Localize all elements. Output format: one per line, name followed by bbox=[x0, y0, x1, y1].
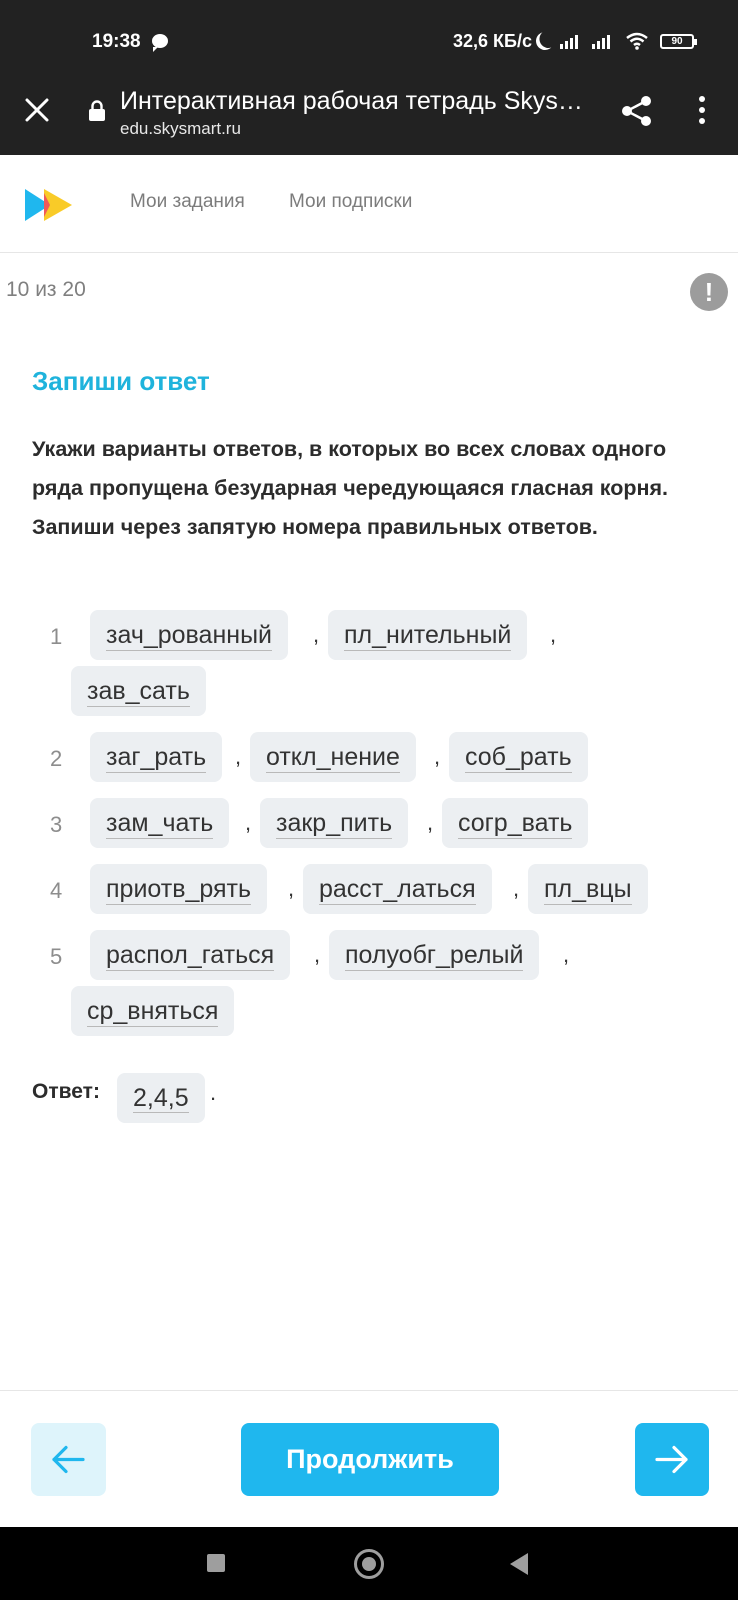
report-issue-icon[interactable]: ! bbox=[690, 273, 728, 311]
system-nav-bar bbox=[0, 1527, 738, 1600]
word-chip: зав_сать bbox=[71, 666, 206, 716]
option-number: 5 bbox=[50, 944, 63, 969]
divider bbox=[0, 1390, 738, 1391]
arrow-right-icon bbox=[655, 1445, 688, 1474]
network-speed: 32,6 КБ/с bbox=[453, 31, 532, 51]
separator: , bbox=[314, 942, 321, 967]
word-chip: зач_рованный bbox=[90, 610, 289, 660]
more-vert-icon[interactable] bbox=[694, 96, 710, 126]
word-chip: ср_вняться bbox=[71, 986, 235, 1036]
nav-my-subscriptions[interactable]: Мои подписки bbox=[289, 191, 412, 213]
share-icon[interactable] bbox=[620, 94, 654, 128]
continue-button[interactable]: Продолжить bbox=[241, 1423, 499, 1496]
separator: , bbox=[427, 810, 434, 835]
word-chip: расст_латься bbox=[303, 864, 492, 914]
task-text: Укажи варианты ответов, в которых во все… bbox=[32, 437, 669, 539]
answer-input[interactable]: 2,4,5 bbox=[117, 1073, 205, 1123]
word-chip: пл_нительный bbox=[328, 610, 528, 660]
nav-my-tasks[interactable]: Мои задания bbox=[130, 191, 245, 213]
browser-chrome: 19:38 32,6 КБ/с 90 Интерактивная рабочая… bbox=[0, 0, 738, 155]
battery-icon: 90 bbox=[660, 34, 697, 49]
separator: , bbox=[563, 942, 570, 967]
word-chip: приотв_рять bbox=[90, 864, 268, 914]
option-number: 3 bbox=[50, 812, 63, 837]
chat-notification-icon bbox=[152, 34, 168, 52]
wifi-icon bbox=[626, 32, 648, 50]
do-not-disturb-icon bbox=[536, 27, 561, 52]
close-icon[interactable] bbox=[22, 95, 52, 125]
word-chip: пл_вцы bbox=[528, 864, 648, 914]
answer-label: Ответ: bbox=[32, 1080, 100, 1103]
signal-icon-2 bbox=[592, 33, 616, 49]
word-chip: заг_рать bbox=[90, 732, 223, 782]
next-button[interactable] bbox=[635, 1423, 709, 1496]
answer-period: . bbox=[210, 1080, 217, 1105]
lock-icon bbox=[89, 100, 105, 121]
page-title: Интерактивная рабочая тетрадь Skys… bbox=[120, 87, 580, 115]
word-chip: полуобг_релый bbox=[329, 930, 540, 980]
signal-icon bbox=[560, 33, 584, 49]
task-progress: 10 из 20 bbox=[6, 278, 86, 301]
separator: , bbox=[434, 744, 441, 769]
status-time: 19:38 bbox=[92, 31, 141, 52]
recents-icon[interactable] bbox=[207, 1554, 225, 1572]
task-heading: Запиши ответ bbox=[32, 366, 210, 396]
option-number: 4 bbox=[50, 878, 63, 903]
site-header: Мои задания Мои подписки bbox=[0, 155, 738, 253]
separator: , bbox=[513, 876, 520, 901]
separator: , bbox=[288, 876, 295, 901]
word-chip: зам_чать bbox=[90, 798, 230, 848]
option-number: 2 bbox=[50, 746, 63, 771]
word-chip: распол_гаться bbox=[90, 930, 291, 980]
back-icon[interactable] bbox=[510, 1553, 528, 1575]
home-icon[interactable] bbox=[354, 1549, 384, 1579]
word-chip: соб_рать bbox=[449, 732, 588, 782]
word-chip: закр_пить bbox=[260, 798, 409, 848]
separator: , bbox=[313, 622, 320, 647]
separator: , bbox=[245, 810, 252, 835]
word-chip: согр_вать bbox=[442, 798, 589, 848]
separator: , bbox=[550, 622, 557, 647]
separator: , bbox=[235, 744, 242, 769]
skysmart-logo[interactable] bbox=[22, 185, 78, 225]
page-url: edu.skysmart.ru bbox=[120, 119, 241, 138]
word-chip: откл_нение bbox=[250, 732, 416, 782]
prev-button[interactable] bbox=[31, 1423, 106, 1496]
option-number: 1 bbox=[50, 624, 63, 649]
arrow-left-icon bbox=[52, 1445, 85, 1474]
